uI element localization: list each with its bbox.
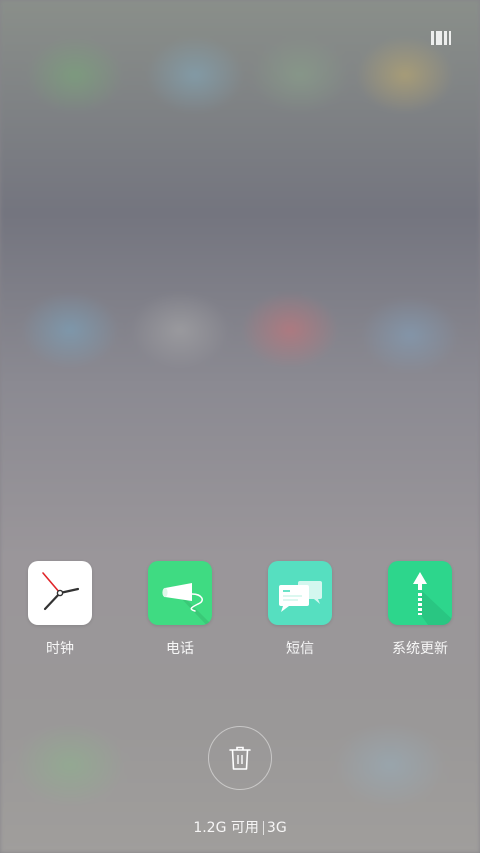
app-label-clock: 时钟 xyxy=(46,641,74,657)
trash-icon xyxy=(229,746,251,770)
recent-app-clock[interactable]: 时钟 xyxy=(10,561,110,658)
phone-icon xyxy=(148,561,212,625)
app-label-system-update: 系统更新 xyxy=(392,641,448,657)
app-label-messages: 短信 xyxy=(286,641,314,657)
memory-separator xyxy=(262,821,264,835)
recent-app-messages[interactable]: 短信 xyxy=(250,561,350,658)
recent-app-system-update[interactable]: 系统更新 xyxy=(370,561,470,658)
update-arrow-icon xyxy=(388,561,452,625)
clear-all-button[interactable] xyxy=(208,726,272,790)
clock-icon xyxy=(28,561,92,625)
layout-switch-icon[interactable] xyxy=(431,31,451,45)
memory-status: 1.2G 可用 3G xyxy=(0,817,480,837)
app-label-phone: 电话 xyxy=(166,641,194,657)
memory-available: 1.2G 可用 xyxy=(193,820,259,836)
memory-total: 3G xyxy=(266,820,287,836)
message-icon xyxy=(268,561,332,625)
recent-app-phone[interactable]: 电话 xyxy=(130,561,230,658)
